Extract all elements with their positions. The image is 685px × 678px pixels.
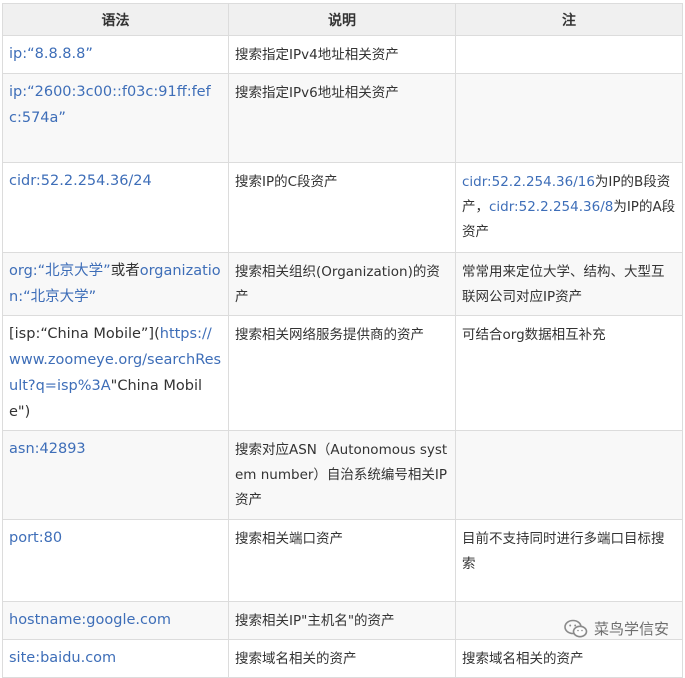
note-cell bbox=[455, 73, 683, 163]
syntax-link[interactable]: asn:42893 bbox=[9, 441, 86, 457]
description-text: 搜索相关IP"主机名"的资产 bbox=[235, 613, 395, 629]
table-row: asn:42893 搜索对应ASN（Autonomous system numbe… bbox=[2, 430, 683, 520]
table-row: ip:“8.8.8.8” 搜索指定IPv4地址相关资产 bbox=[2, 35, 683, 74]
syntax-cell: ip:“2600:3c00::f03c:91ff:fefc:574a” bbox=[2, 73, 229, 163]
wechat-icon bbox=[564, 619, 588, 639]
table-row: site:baidu.com 搜索域名相关的资产 搜索域名相关的资产 bbox=[2, 639, 683, 678]
header-note: 注 bbox=[455, 3, 683, 36]
syntax-link[interactable]: org:“北京大学” bbox=[9, 263, 111, 279]
note-text: 目前不支持同时进行多端口目标搜索 bbox=[462, 531, 665, 572]
description-text: 搜索指定IPv4地址相关资产 bbox=[235, 47, 399, 63]
syntax-text: [isp:“China Mobile”]​( bbox=[9, 326, 160, 342]
syntax-cell: org:“北京大学”或者organization:“北京大学” bbox=[2, 252, 229, 316]
syntax-link[interactable]: hostname:google.com bbox=[9, 612, 171, 628]
note-text: 搜索域名相关的资产 bbox=[462, 651, 584, 667]
syntax-table: 语法 说明 注 ip:“8.8.8.8” 搜索指定IPv4地址相关资产 ip:“26… bbox=[2, 3, 683, 678]
table-row: [isp:“China Mobile”]​(https://www.zoomey… bbox=[2, 315, 683, 431]
table-row: ip:“2600:3c00::f03c:91ff:fefc:574a” 搜索指定I… bbox=[2, 73, 683, 163]
watermark: 菜鸟学信安 bbox=[564, 618, 669, 639]
header-row: 语法 说明 注 bbox=[2, 3, 683, 36]
note-cell: cidr:52.2.254.36/16为IP的B段资产，cidr:52.2.25… bbox=[455, 162, 683, 253]
note-cell: 目前不支持同时进行多端口目标搜索 bbox=[455, 519, 683, 602]
header-syntax: 语法 bbox=[2, 3, 229, 36]
description-cell: 搜索对应ASN（Autonomous system number）自治系统编号相… bbox=[228, 430, 456, 520]
syntax-cell: site:baidu.com bbox=[2, 639, 229, 678]
table-row: cidr:52.2.254.36/24 搜索IP的C段资产 cidr:52.2.25… bbox=[2, 162, 683, 253]
note-link[interactable]: cidr:52.2.254.36/16 bbox=[462, 174, 595, 190]
description-text: 搜索对应ASN（Autonomous system number）自治系统编号相… bbox=[235, 442, 448, 508]
note-cell bbox=[455, 35, 683, 74]
description-cell: 搜索相关网络服务提供商的资产 bbox=[228, 315, 456, 431]
syntax-link[interactable]: cidr:52.2.254.36/24 bbox=[9, 173, 152, 189]
description-cell: 搜索相关IP"主机名"的资产 bbox=[228, 601, 456, 640]
description-cell: 搜索域名相关的资产 bbox=[228, 639, 456, 678]
note-cell: 搜索域名相关的资产 bbox=[455, 639, 683, 678]
syntax-link[interactable]: port:80 bbox=[9, 530, 62, 546]
syntax-cell: asn:42893 bbox=[2, 430, 229, 520]
description-text: 搜索指定IPv6地址相关资产 bbox=[235, 85, 399, 101]
description-text: 搜索相关端口资产 bbox=[235, 531, 343, 547]
syntax-text: 或者 bbox=[110, 263, 140, 279]
syntax-link[interactable]: ip:“2600:3c00::f03c:91ff:fefc:574a” bbox=[9, 84, 211, 126]
table-row: org:“北京大学”或者organization:“北京大学” 搜索相关组织(Or… bbox=[2, 252, 683, 316]
note-text: 可结合org数据相互补充 bbox=[462, 327, 606, 343]
note-text: 常常用来定位大学、结构、大型互联网公司对应IP资产 bbox=[462, 264, 665, 305]
description-cell: 搜索指定IPv4地址相关资产 bbox=[228, 35, 456, 74]
note-cell bbox=[455, 430, 683, 520]
note-cell: 常常用来定位大学、结构、大型互联网公司对应IP资产 bbox=[455, 252, 683, 316]
syntax-cell: cidr:52.2.254.36/24 bbox=[2, 162, 229, 253]
description-text: 搜索相关组织(Organization)的资产 bbox=[235, 264, 440, 305]
syntax-link[interactable]: site:baidu.com bbox=[9, 650, 116, 666]
note-link[interactable]: cidr:52.2.254.36/8 bbox=[489, 199, 613, 215]
syntax-cell: ip:“8.8.8.8” bbox=[2, 35, 229, 74]
header-description: 说明 bbox=[228, 3, 456, 36]
description-text: 搜索相关网络服务提供商的资产 bbox=[235, 327, 424, 343]
syntax-cell: port:80 bbox=[2, 519, 229, 602]
syntax-cell: [isp:“China Mobile”]​(https://www.zoomey… bbox=[2, 315, 229, 431]
table-row: port:80 搜索相关端口资产 目前不支持同时进行多端口目标搜索 bbox=[2, 519, 683, 602]
description-cell: 搜索相关组织(Organization)的资产 bbox=[228, 252, 456, 316]
description-text: 搜索IP的C段资产 bbox=[235, 174, 338, 190]
description-cell: 搜索IP的C段资产 bbox=[228, 162, 456, 253]
description-cell: 搜索相关端口资产 bbox=[228, 519, 456, 602]
syntax-cell: hostname:google.com bbox=[2, 601, 229, 640]
note-cell: 可结合org数据相互补充 bbox=[455, 315, 683, 431]
table-body: ip:“8.8.8.8” 搜索指定IPv4地址相关资产 ip:“2600:3c00:… bbox=[2, 35, 683, 678]
description-text: 搜索域名相关的资产 bbox=[235, 651, 357, 667]
watermark-text: 菜鸟学信安 bbox=[593, 620, 669, 638]
description-cell: 搜索指定IPv6地址相关资产 bbox=[228, 73, 456, 163]
syntax-link[interactable]: ip:“8.8.8.8” bbox=[9, 46, 93, 62]
